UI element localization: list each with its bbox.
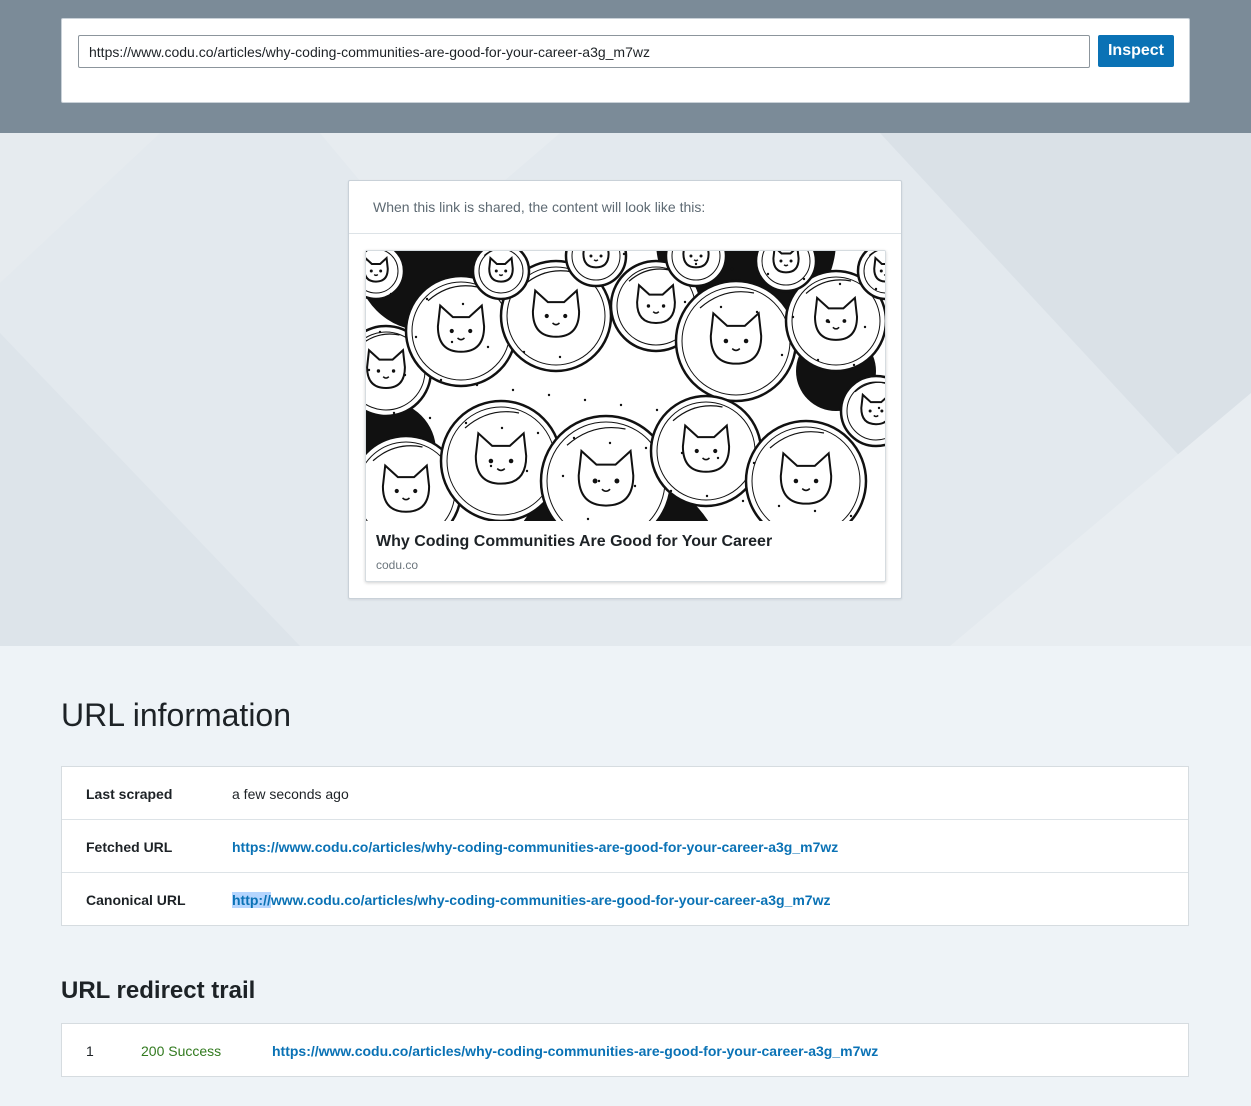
url-input[interactable] xyxy=(78,35,1090,68)
url-information-heading: URL information xyxy=(61,697,292,733)
redirect-url-link[interactable]: https://www.codu.co/articles/why-coding-… xyxy=(272,1043,878,1059)
share-card[interactable]: Why Coding Communities Are Good for Your… xyxy=(365,250,886,582)
share-card-domain: codu.co xyxy=(376,558,419,572)
divider xyxy=(349,233,901,234)
inspect-button[interactable]: Inspect xyxy=(1098,35,1174,67)
last-scraped-value: a few seconds ago xyxy=(232,786,349,802)
header-band: Inspect xyxy=(0,0,1251,133)
redirect-trail-heading: URL redirect trail xyxy=(61,977,256,1004)
inspect-form: Inspect xyxy=(61,18,1190,103)
canonical-url-label: Canonical URL xyxy=(86,892,186,908)
link-preview-panel: When this link is shared, the content wi… xyxy=(348,180,902,599)
selected-text: http:// xyxy=(232,892,271,908)
table-row: Last scraped a few seconds ago xyxy=(62,767,1188,820)
share-card-title: Why Coding Communities Are Good for Your… xyxy=(376,533,773,550)
preview-caption: When this link is shared, the content wi… xyxy=(373,199,706,215)
cats-illustration-image xyxy=(366,251,885,521)
fetched-url-label: Fetched URL xyxy=(86,839,173,855)
redirect-index: 1 xyxy=(86,1043,94,1059)
last-scraped-label: Last scraped xyxy=(86,786,173,802)
canonical-url-rest: www.codu.co/articles/why-coding-communit… xyxy=(270,892,831,908)
redirect-status: 200 Success xyxy=(141,1043,222,1059)
table-row: Canonical URL http://www.codu.co/article… xyxy=(62,873,1188,926)
table-row: Fetched URL https://www.codu.co/articles… xyxy=(62,820,1188,873)
canonical-url-link[interactable]: http://www.codu.co/articles/why-coding-c… xyxy=(232,892,830,908)
fetched-url-link[interactable]: https://www.codu.co/articles/why-coding-… xyxy=(232,839,838,855)
url-info-table: Last scraped a few seconds ago Fetched U… xyxy=(61,766,1189,926)
preview-band: When this link is shared, the content wi… xyxy=(0,133,1251,646)
redirect-trail-table: 1 200 Success https://www.codu.co/articl… xyxy=(61,1023,1189,1077)
